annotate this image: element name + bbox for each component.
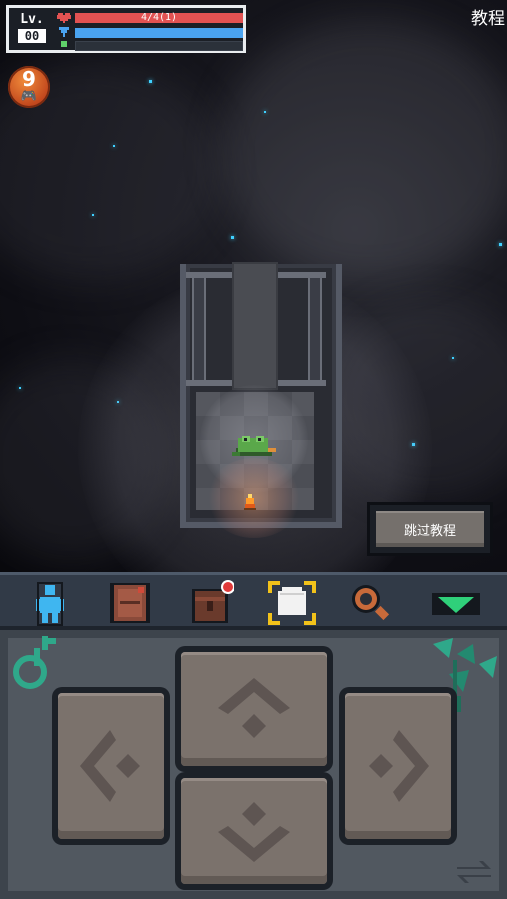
level-label: Lv. [20,12,44,27]
star [452,357,454,359]
skip-tutorial-label: 跳过教程 [403,523,456,539]
level-indicator: Lv. 00 [13,11,51,49]
level-value: 00 [18,29,46,43]
star [113,145,115,147]
arrow-right-icon [369,730,429,802]
gamepad-icon: 🎮 [20,89,38,104]
star [264,111,266,113]
dpad-right-button[interactable] [339,687,457,845]
collapse-arrow-icon[interactable] [430,579,482,627]
hand-select-icon[interactable] [266,579,318,627]
campfire-icon [244,494,256,510]
corridor [232,262,278,390]
status-panel: Lv. 00 4/4(1) [6,5,246,53]
dpad-panel [0,630,507,899]
star [499,243,502,246]
arrow-up-icon [218,678,290,738]
spellbook-icon[interactable] [106,579,154,627]
tutorial-title: 教程 [471,9,505,29]
left-fence [192,274,206,384]
heart-icon [57,13,71,23]
dpad-up-button[interactable] [175,646,333,772]
star [19,387,21,389]
skip-tutorial-button[interactable]: 跳过教程 [367,502,493,556]
magnifier-icon[interactable] [346,579,394,627]
gamepad-badge-count: 9 [22,67,36,91]
backpack-icon[interactable] [186,579,234,627]
swap-icon[interactable] [457,859,491,885]
game-scene [0,0,507,572]
character-icon[interactable] [26,579,74,627]
dpad-left-button[interactable] [52,687,170,845]
star [92,214,94,216]
right-fence [308,274,322,384]
mana-bar [75,28,243,38]
xp-icon [61,41,67,47]
experience-bar [75,41,243,51]
star [149,80,152,83]
dpad-down-button[interactable] [175,772,333,890]
mana-icon [59,27,69,37]
health-bar: 4/4(1) [75,13,243,23]
toolbar [0,572,507,630]
arrow-left-icon [80,730,140,802]
star [231,236,234,239]
arrow-down-icon [218,802,290,862]
vine-left-icon [13,636,56,689]
gamepad-badge[interactable]: 9 🎮 [8,66,50,108]
frog-player-icon[interactable] [232,432,276,458]
